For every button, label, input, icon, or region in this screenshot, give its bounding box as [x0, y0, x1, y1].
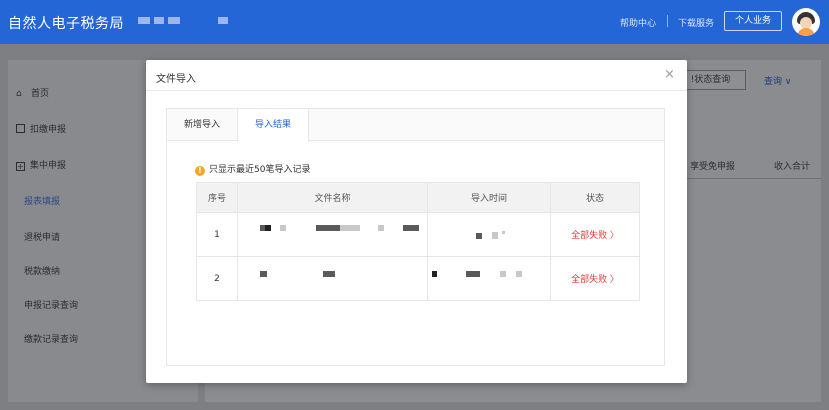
sidebar-sub-payment-records[interactable]: 缴款记录查询 — [24, 332, 78, 345]
avatar[interactable] — [792, 8, 820, 36]
tab-new-import[interactable]: 新增导入 — [167, 109, 237, 141]
table-row: 1 全部失败 〉 — [196, 212, 640, 257]
query-dropdown[interactable]: 查询 ∨ — [764, 74, 791, 87]
redacted-block — [218, 17, 228, 24]
redacted-block — [492, 232, 498, 239]
avatar-body — [797, 28, 815, 36]
redacted-block — [432, 271, 437, 277]
row-status[interactable]: 全部失败 〉 — [550, 212, 640, 257]
redacted-block — [154, 17, 164, 24]
row-index: 1 — [196, 212, 238, 257]
table-row: 2 全部失败 〉 — [196, 256, 640, 301]
column-header-import-time: 导入时间 — [427, 182, 551, 213]
sidebar-item-label: 扣缴申报 — [30, 125, 67, 135]
header-divider — [667, 15, 668, 27]
status-failed-link[interactable]: 全部失败 〉 — [571, 231, 619, 241]
sidebar-sub-payment[interactable]: 税款缴纳 — [24, 264, 60, 277]
column-header-income: 收入合计 — [774, 162, 811, 172]
redacted-block — [378, 225, 384, 231]
sidebar-item-withholding[interactable]: 扣缴申报 — [16, 122, 66, 135]
tab-bar: 新增导入 导入结果 — [167, 109, 664, 142]
redacted-block — [500, 271, 506, 277]
column-header-filename: 文件名称 — [237, 182, 428, 213]
row-import-time-redacted — [427, 256, 551, 301]
close-icon[interactable]: × — [664, 67, 675, 82]
notice-text: 只显示最近50笔导入记录 — [209, 165, 311, 175]
divider — [676, 178, 821, 179]
redacted-block — [138, 17, 150, 24]
column-header-exempt: 享受免申报 — [690, 162, 736, 172]
redacted-block — [516, 271, 522, 277]
import-results-table: 序号 文件名称 导入时间 状态 1 全部失败 〉 2 全部失败 〉 — [196, 182, 640, 301]
sidebar-item-centralized[interactable]: + 集中申报 — [16, 158, 66, 171]
help-center-link[interactable]: 帮助中心 — [620, 16, 656, 29]
table-header-row: 序号 文件名称 导入时间 状态 — [196, 182, 640, 213]
sidebar-item-label: 集中申报 — [30, 161, 67, 171]
dialog-divider — [146, 90, 687, 91]
redacted-block — [316, 225, 340, 231]
app-title: 自然人电子税务局 — [8, 16, 124, 32]
row-index: 2 — [196, 256, 238, 301]
redacted-block — [280, 225, 286, 231]
sidebar-sub-refund[interactable]: 退税申请 — [24, 230, 60, 243]
redacted-block — [168, 17, 180, 24]
top-header: 自然人电子税务局 帮助中心 下载服务 个人业务 — [0, 0, 829, 44]
column-header-status: 状态 — [550, 182, 640, 213]
plus-square-icon: + — [16, 162, 25, 171]
redacted-block — [340, 225, 360, 231]
row-import-time-redacted — [427, 212, 551, 257]
redacted-block — [476, 233, 482, 239]
sidebar-sub-declaration-records[interactable]: 申报记录查询 — [24, 298, 78, 311]
row-filename-redacted — [237, 256, 428, 301]
row-filename-redacted — [237, 212, 428, 257]
column-header-index: 序号 — [196, 182, 238, 213]
tab-import-results[interactable]: 导入结果 — [237, 109, 309, 142]
redacted-block — [502, 231, 505, 234]
download-service-link[interactable]: 下载服务 — [678, 16, 714, 29]
redacted-block — [323, 271, 335, 277]
sidebar-sub-report-filling[interactable]: 报表填报 — [24, 194, 60, 207]
row-status[interactable]: 全部失败 〉 — [550, 256, 640, 301]
personal-business-button[interactable]: 个人业务 — [724, 11, 782, 31]
form-icon — [16, 124, 25, 133]
dialog-title: 文件导入 — [156, 74, 196, 85]
notice: ! 只显示最近50笔导入记录 — [195, 162, 310, 176]
redacted-block — [403, 225, 419, 231]
sidebar-item-label: 首页 — [31, 89, 50, 99]
redacted-block — [466, 271, 480, 277]
status-failed-link[interactable]: 全部失败 〉 — [571, 275, 619, 285]
warning-icon: ! — [195, 166, 205, 176]
redacted-block — [265, 225, 271, 231]
home-icon: ⌂ — [16, 89, 22, 99]
sidebar-item-home[interactable]: ⌂ 首页 — [16, 86, 49, 99]
redacted-block — [260, 271, 267, 277]
